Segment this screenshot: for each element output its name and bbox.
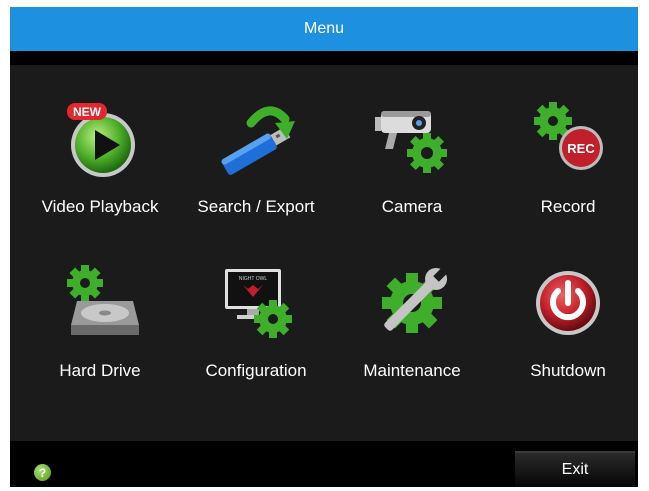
monitor-logo-text: NIGHT OWL xyxy=(239,276,267,282)
menu-item-label: Video Playback xyxy=(41,197,159,216)
help-icon[interactable]: ? xyxy=(34,464,51,481)
menu-item-label: Configuration xyxy=(205,361,307,380)
new-badge: NEW xyxy=(73,105,102,119)
record-gear-icon: REC xyxy=(534,102,603,170)
help-glyph: ? xyxy=(38,465,47,480)
menu-item-configuration[interactable]: NIGHT OWL Configuration xyxy=(178,247,334,407)
menu-item-video-playback[interactable]: NEW Video Playback xyxy=(22,83,178,243)
exit-button[interactable]: Exit xyxy=(515,451,635,487)
menu-item-label: Maintenance xyxy=(363,361,461,380)
usb-export-icon xyxy=(221,106,295,175)
menu-item-record[interactable]: REC Record xyxy=(490,83,646,243)
menu-item-label: Record xyxy=(540,197,596,216)
menu-item-hard-drive[interactable]: Hard Drive xyxy=(22,247,178,407)
menu-item-shutdown[interactable]: Shutdown xyxy=(490,247,646,407)
hard-drive-gear-icon xyxy=(67,265,139,335)
menu-window: Menu NEW Video Playback Search / Export … xyxy=(10,7,638,487)
window-title: Menu xyxy=(303,20,345,37)
menu-item-search-export[interactable]: Search / Export xyxy=(178,83,334,243)
camera-gear-icon xyxy=(375,111,447,173)
wrench-gear-icon xyxy=(382,267,448,333)
exit-label: Exit xyxy=(561,461,589,478)
menu-item-label: Hard Drive xyxy=(59,361,141,380)
menu-item-label: Search / Export xyxy=(197,197,315,216)
menu-grid: NEW Video Playback Search / Export Camer… xyxy=(10,65,638,441)
footer-bar: ? Exit xyxy=(10,443,638,487)
rec-badge: REC xyxy=(567,141,595,156)
video-playback-icon: NEW xyxy=(67,103,135,177)
menu-item-label: Camera xyxy=(381,197,443,216)
configuration-monitor-icon: NIGHT OWL xyxy=(225,269,292,338)
title-bar: Menu xyxy=(10,7,638,51)
menu-item-maintenance[interactable]: Maintenance xyxy=(334,247,490,407)
menu-item-camera[interactable]: Camera xyxy=(334,83,490,243)
power-icon xyxy=(536,271,600,335)
menu-item-label: Shutdown xyxy=(530,361,606,380)
